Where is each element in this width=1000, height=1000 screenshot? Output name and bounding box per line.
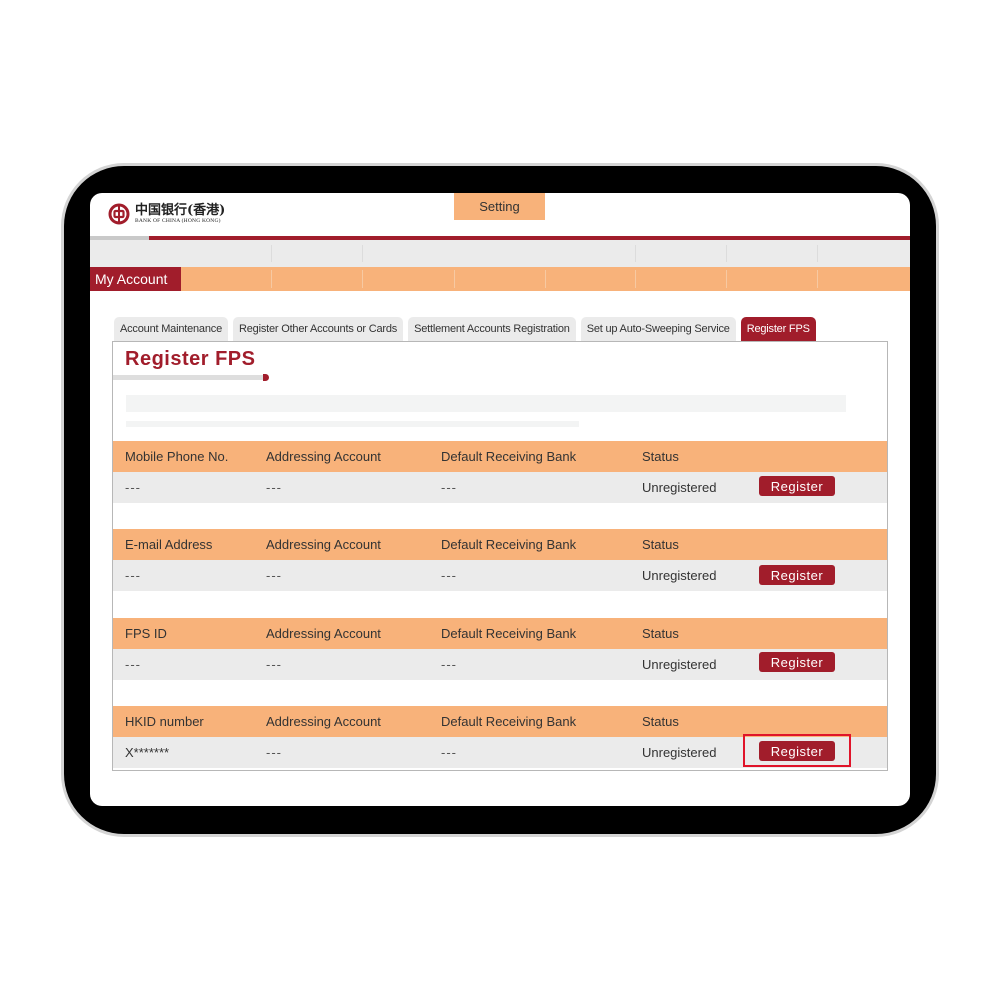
subnav-my-account[interactable]: My Account (90, 267, 181, 291)
cell-status: Unregistered (642, 745, 717, 760)
header-id-type: FPS ID (125, 626, 167, 641)
fps-section-email: E-mail Address Addressing Account Defaul… (113, 529, 887, 591)
subnav-divider (362, 270, 363, 288)
table-row: --- --- --- Unregistered Register (113, 649, 887, 680)
placeholder-bar (126, 421, 579, 427)
title-underline-marker (263, 374, 269, 381)
nav-item-1[interactable] (90, 240, 181, 267)
fps-section-mobile: Mobile Phone No. Addressing Account Defa… (113, 441, 887, 503)
cell-default-bank: --- (441, 745, 457, 760)
sub-nav (90, 267, 910, 291)
cell-addressing-account: --- (266, 745, 282, 760)
nav-divider (726, 245, 727, 262)
header-status: Status (642, 537, 679, 552)
cell-default-bank: --- (441, 568, 457, 583)
cell-addressing-account: --- (266, 480, 282, 495)
nav-divider (362, 245, 363, 262)
header-id-type: E-mail Address (125, 537, 213, 552)
cell-id-value: X******* (125, 745, 170, 760)
nav-divider (271, 245, 272, 262)
table-row: --- --- --- Unregistered Register (113, 560, 887, 591)
table-row: --- --- --- Unregistered Register (113, 472, 887, 503)
subnav-divider (635, 270, 636, 288)
register-fps-panel: Register FPS Mobile Phone No. Addressing… (112, 341, 888, 771)
register-mobile-button[interactable]: Register (759, 476, 835, 496)
bank-name-cn: 中国银行(香港) (135, 202, 226, 218)
cell-status: Unregistered (642, 657, 717, 672)
tab-auto-sweeping[interactable]: Set up Auto-Sweeping Service (580, 317, 736, 341)
section-header: Mobile Phone No. Addressing Account Defa… (113, 441, 887, 472)
section-header: HKID number Addressing Account Default R… (113, 706, 887, 737)
nav-item-setting[interactable]: Setting (454, 193, 545, 220)
cell-status: Unregistered (642, 480, 717, 495)
header-default-bank: Default Receiving Bank (441, 626, 577, 641)
nav-divider (635, 245, 636, 262)
header-status: Status (642, 449, 679, 464)
subnav-divider (726, 270, 727, 288)
bank-name-en: BANK OF CHINA (HONG KONG) (135, 217, 221, 224)
table-row: X******* --- --- Unregistered Register (113, 734, 887, 768)
cell-addressing-account: --- (266, 657, 282, 672)
cell-addressing-account: --- (266, 568, 282, 583)
subnav-divider (817, 270, 818, 288)
cell-status: Unregistered (642, 568, 717, 583)
cell-id-value: --- (125, 568, 141, 583)
register-fps-id-button[interactable]: Register (759, 652, 835, 672)
settings-tabs: Account Maintenance Register Other Accou… (114, 317, 816, 341)
tab-account-maintenance[interactable]: Account Maintenance (114, 317, 228, 341)
page-title: Register FPS (125, 348, 256, 370)
placeholder-bar (126, 395, 846, 412)
cell-default-bank: --- (441, 657, 457, 672)
tab-settlement-accounts[interactable]: Settlement Accounts Registration (408, 317, 576, 341)
header-default-bank: Default Receiving Bank (441, 537, 577, 552)
fps-section-hkid: HKID number Addressing Account Default R… (113, 706, 887, 768)
boc-logo-icon (108, 203, 130, 225)
main-nav (90, 240, 910, 267)
header-default-bank: Default Receiving Bank (441, 449, 577, 464)
header-status: Status (642, 714, 679, 729)
header-addressing-account: Addressing Account (266, 714, 381, 729)
cell-id-value: --- (125, 657, 141, 672)
tab-register-other-accounts[interactable]: Register Other Accounts or Cards (233, 317, 404, 341)
header-id-type: HKID number (125, 714, 204, 729)
section-header: E-mail Address Addressing Account Defaul… (113, 529, 887, 560)
register-hkid-button[interactable]: Register (759, 741, 835, 761)
nav-divider (817, 245, 818, 262)
header-addressing-account: Addressing Account (266, 626, 381, 641)
section-header: FPS ID Addressing Account Default Receiv… (113, 618, 887, 649)
tablet-screen: 中国银行(香港) BANK OF CHINA (HONG KONG) Setti… (90, 193, 910, 806)
cell-default-bank: --- (441, 480, 457, 495)
header-id-type: Mobile Phone No. (125, 449, 229, 464)
header-addressing-account: Addressing Account (266, 449, 381, 464)
cell-id-value: --- (125, 480, 141, 495)
subnav-divider (545, 270, 546, 288)
header-default-bank: Default Receiving Bank (441, 714, 577, 729)
title-underline (113, 375, 263, 380)
header-status: Status (642, 626, 679, 641)
subnav-divider (454, 270, 455, 288)
bank-logo[interactable]: 中国银行(香港) BANK OF CHINA (HONG KONG) (108, 203, 225, 225)
fps-section-fps-id: FPS ID Addressing Account Default Receiv… (113, 618, 887, 680)
register-email-button[interactable]: Register (759, 565, 835, 585)
header-addressing-account: Addressing Account (266, 537, 381, 552)
tab-register-fps[interactable]: Register FPS (740, 317, 816, 341)
subnav-divider (271, 270, 272, 288)
